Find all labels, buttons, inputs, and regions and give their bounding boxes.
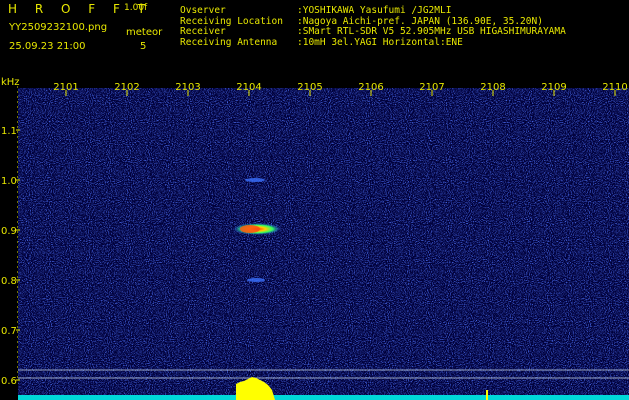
meteor-echo-core [240, 225, 260, 233]
meteor-count: 5 [140, 41, 147, 52]
station-info: Ovserver :YOSHIKAWA Yasufumi /JG2MLI Rec… [180, 5, 566, 49]
frequency-tick-label: 0.7 [1, 326, 17, 337]
info-value: :YOSHIKAWA Yasufumi /JG2MLI [297, 5, 452, 16]
info-row-observer: Ovserver :YOSHIKAWA Yasufumi /JG2MLI [180, 5, 566, 17]
frequency-tick-label: 0.8 [1, 276, 17, 287]
time-tick-label: 2102 [114, 82, 139, 93]
info-row-antenna: Receiving Antenna :10mH 3el.YAGI Horizon… [180, 36, 566, 49]
frequency-tick-label: 0.6 [1, 376, 17, 387]
observation-mode: meteor [126, 27, 163, 38]
time-tick-label: 2108 [480, 82, 505, 93]
meteor-echo-upper [245, 178, 265, 182]
time-tick-label: 2109 [541, 82, 566, 93]
observation-datetime: 25.09.23 21:00 [9, 41, 86, 52]
info-value: :10mH 3el.YAGI Horizontal:ENE [297, 36, 463, 48]
info-key: Ovserver [180, 5, 226, 16]
time-tick-label: 2107 [419, 82, 444, 93]
spectrogram-plot: kHz 2101 2102 2103 2104 2105 2106 2107 2108 2109… [1, 77, 629, 400]
noise-level-band [18, 395, 629, 400]
app-version: 1.00f [124, 3, 148, 13]
header-panel: H R O F F T 1.00f YY2509232100.png meteo… [0, 0, 629, 72]
time-tick-label: 2105 [297, 82, 322, 93]
time-tick-label: 2101 [53, 82, 78, 93]
time-tick-label: 2106 [358, 82, 383, 93]
info-value: :SMart RTL-SDR V5 52.905MHz USB HIGASHIM… [297, 26, 566, 37]
frequency-tick-label: 1.0 [1, 176, 17, 187]
info-row-receiver: Receiver :SMart RTL-SDR V5 52.905MHz USB… [180, 26, 566, 38]
info-key: Receiver [180, 26, 226, 37]
info-key: Receiving Antenna [180, 36, 278, 48]
meteor-echo-lower [247, 278, 265, 282]
y-axis-unit: kHz [1, 77, 20, 88]
spectrogram-panel: kHz 2101 2102 2103 2104 2105 2106 2107 2108 2109… [0, 72, 629, 400]
time-tick-label: 2103 [175, 82, 200, 93]
time-tick-label: 2104 [236, 82, 261, 93]
frequency-tick-label: 0.9 [1, 226, 17, 237]
image-filename: YY2509232100.png [9, 22, 108, 33]
frequency-tick-label: 1.1 [1, 126, 17, 137]
time-tick-label: 2110 [602, 82, 627, 93]
frequency-axis: 1.1 1.0 0.9 0.8 0.7 0.6 [1, 81, 20, 387]
spectrogram-noise [18, 88, 629, 400]
